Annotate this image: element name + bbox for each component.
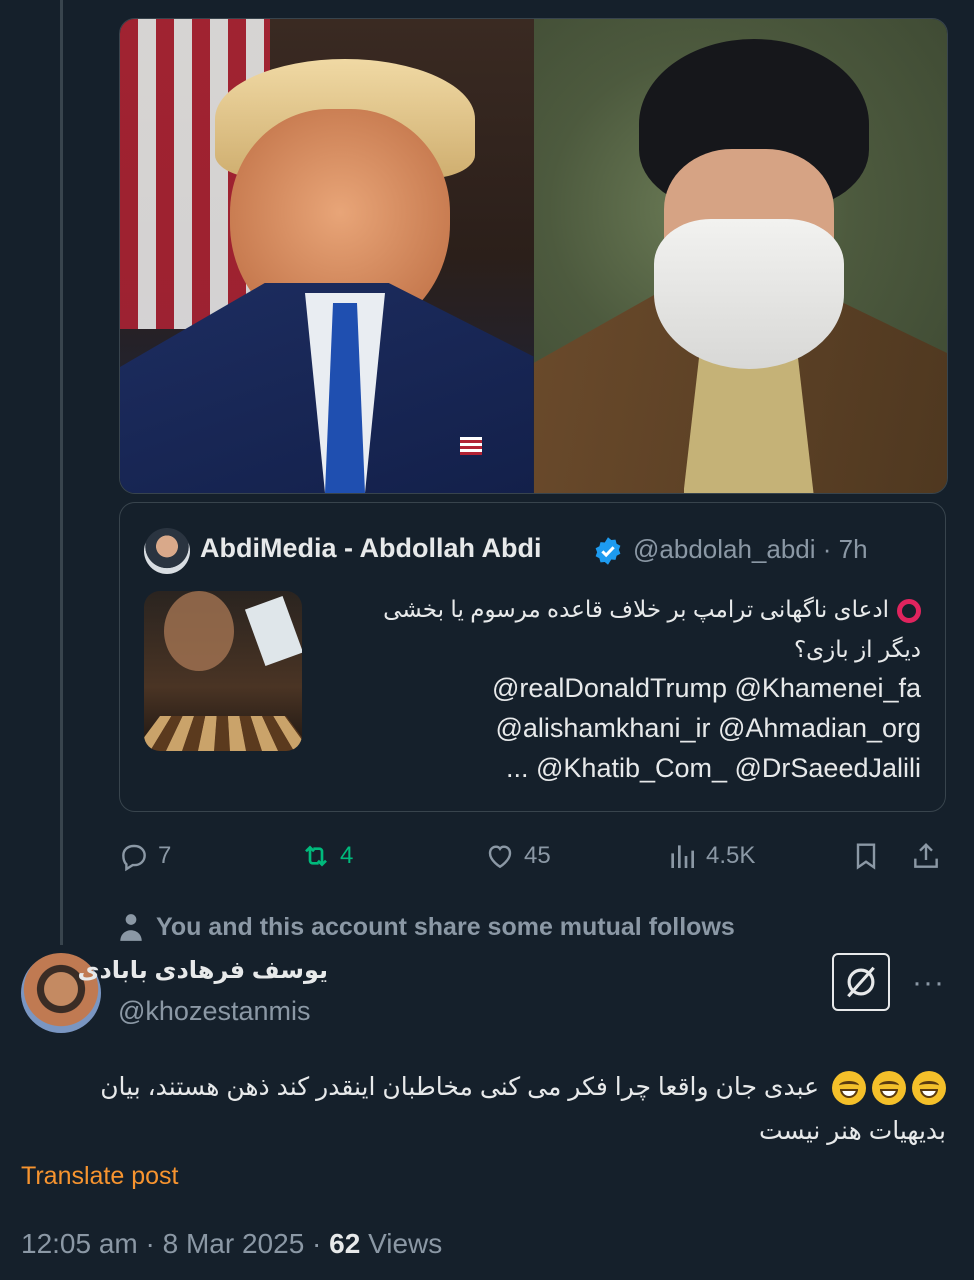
grinning-emoji-icon [872,1071,906,1106]
quoted-tweet-card[interactable]: AbdiMedia - Abdollah Abdi @abdolah_abdi … [119,502,946,812]
grok-button[interactable] [832,953,890,1011]
views-label: Views [360,1228,443,1259]
analytics-icon [671,845,694,868]
tweet-action-bar: 7 4 45 4.5K [118,840,948,874]
share-button[interactable] [910,840,942,872]
quoted-handle[interactable]: @abdolah_abdi [633,534,816,564]
thread-line [60,0,63,945]
views-button[interactable]: 4.5K [666,840,755,872]
verified-badge-icon [595,537,621,565]
share-icon [914,842,938,868]
quoted-tweet-text: ادعای ناگهانی ترامپ بر خلاف قاعده مرسوم … [383,596,921,662]
post-metadata: 12:05 am · 8 Mar 2025 · 62 Views [21,1228,442,1260]
post-timestamp[interactable]: 12:05 am · 8 Mar 2025 · [21,1228,329,1259]
like-button[interactable]: 45 [484,840,551,872]
more-options-icon[interactable]: ··· [912,966,945,1000]
repost-icon [305,845,327,867]
bookmark-button[interactable] [850,840,882,872]
trump-portrait-image[interactable] [120,19,534,493]
quoted-display-name[interactable]: AbdiMedia - Abdollah Abdi [200,533,541,564]
quoted-mentions-line-3[interactable]: ... @Khatib_Com_ @DrSaeedJalili [221,753,921,784]
quoted-media-grid[interactable] [119,18,948,494]
reply-icon [122,844,146,872]
khamenei-portrait-image[interactable] [533,19,947,493]
heart-icon [488,845,512,869]
reply-author-name[interactable]: یوسف فرهادی بابادی [77,956,328,985]
repost-button[interactable]: 4 [300,840,353,872]
reply-author-handle[interactable]: @khozestanmis [118,996,310,1027]
reply-text: عبدی جان واقعا چرا فکر می کنی مخاطبان ای… [100,1071,946,1145]
translate-post-link[interactable]: Translate post [21,1162,178,1191]
bookmark-icon [856,843,876,870]
quoted-avatar[interactable] [144,528,190,574]
grok-icon [847,966,875,998]
flag-pin [460,437,482,455]
quoted-mentions-line-1[interactable]: @realDonaldTrump @Khamenei_fa [221,673,921,704]
reply-button[interactable]: 7 [118,840,171,872]
grinning-emoji-icon [832,1071,866,1106]
grinning-emoji-icon [912,1071,946,1106]
person-icon [120,914,142,941]
quoted-time[interactable]: · 7h [823,534,868,564]
quoted-mentions-line-2[interactable]: @alishamkhani_ir @Ahmadian_org [221,713,921,744]
mutual-follows-notice: You and this account share some mutual f… [118,912,735,942]
red-circle-icon [897,598,921,623]
views-count: 62 [329,1228,361,1259]
